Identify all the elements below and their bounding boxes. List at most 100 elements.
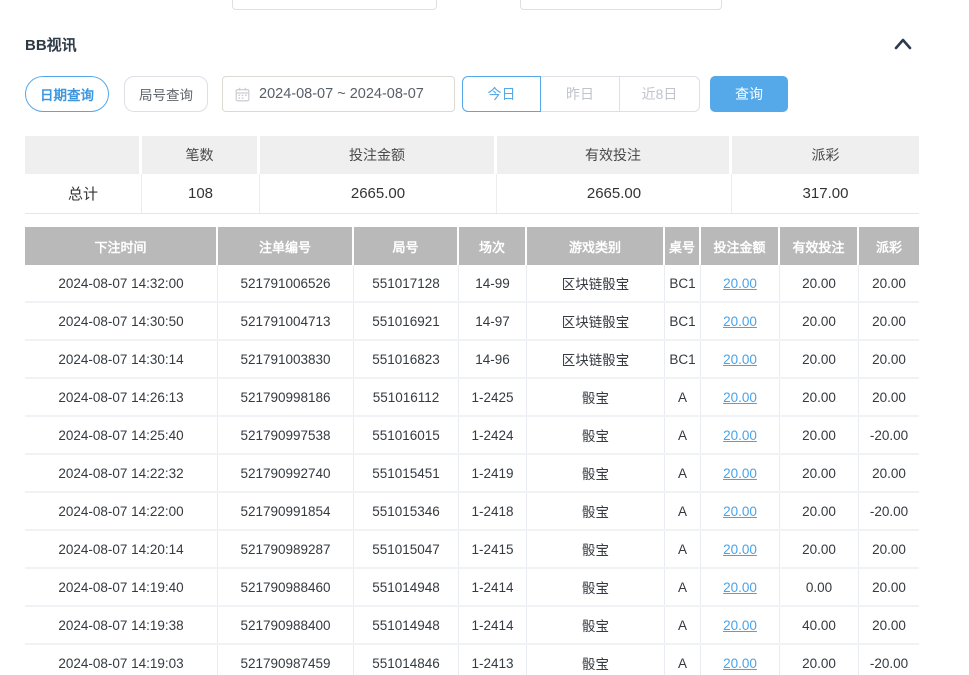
bet-amount-link[interactable]: 20.00 — [723, 618, 757, 633]
table-cell: BC1 — [665, 341, 701, 377]
table-row: 2024-08-07 14:32:00521791006526551017128… — [25, 265, 919, 303]
top-input-partial-2[interactable] — [520, 0, 722, 10]
table-cell: 521791006526 — [218, 265, 354, 301]
table-row: 2024-08-07 14:22:00521790991854551015346… — [25, 493, 919, 531]
quick-today-button[interactable]: 今日 — [462, 76, 541, 112]
table-row: 2024-08-07 14:22:32521790992740551015451… — [25, 455, 919, 493]
table-cell: 1-2415 — [459, 531, 527, 567]
quick-yesterday-button[interactable]: 昨日 — [540, 76, 620, 112]
table-header-cell: 游戏类别 — [527, 227, 665, 265]
bet-amount-link[interactable]: 20.00 — [723, 428, 757, 443]
bet-amount-link[interactable]: 20.00 — [723, 580, 757, 595]
table-cell: 20.00 — [701, 303, 780, 339]
table-row: 2024-08-07 14:19:38521790988400551014948… — [25, 607, 919, 645]
table-cell: 1-2413 — [459, 645, 527, 675]
table-cell: A — [665, 379, 701, 415]
quick-last8days-button[interactable]: 近8日 — [619, 76, 700, 112]
table-cell: 2024-08-07 14:19:38 — [25, 607, 218, 643]
bet-amount-link[interactable]: 20.00 — [723, 504, 757, 519]
table-cell: 骰宝 — [527, 379, 665, 415]
table-cell: 区块链骰宝 — [527, 303, 665, 339]
table-cell: 551016112 — [354, 379, 459, 415]
table-cell: 2024-08-07 14:26:13 — [25, 379, 218, 415]
summary-total-row: 总计1082665.002665.00317.00 — [25, 174, 919, 214]
summary-total-cell: 108 — [142, 174, 260, 213]
table-cell: 521790998186 — [218, 379, 354, 415]
bet-records-table: 下注时间注单编号局号场次游戏类别桌号投注金额有效投注派彩 2024-08-07 … — [25, 227, 919, 675]
table-cell: 骰宝 — [527, 531, 665, 567]
table-cell: 20.00 — [859, 531, 919, 567]
table-header-cell: 派彩 — [859, 227, 919, 265]
table-cell: 521790988400 — [218, 607, 354, 643]
bet-amount-link[interactable]: 20.00 — [723, 352, 757, 367]
bet-amount-link[interactable]: 20.00 — [723, 466, 757, 481]
table-cell: 551015451 — [354, 455, 459, 491]
table-cell: 20.00 — [780, 379, 859, 415]
collapse-button[interactable] — [890, 33, 916, 55]
table-cell: 20.00 — [780, 531, 859, 567]
table-row: 2024-08-07 14:30:14521791003830551016823… — [25, 341, 919, 379]
table-cell: 521790988460 — [218, 569, 354, 605]
summary-header-cell: 笔数 — [142, 136, 260, 174]
search-button[interactable]: 查询 — [710, 76, 788, 112]
date-query-tab[interactable]: 日期查询 — [25, 76, 109, 112]
table-cell: 521790997538 — [218, 417, 354, 453]
table-cell: 20.00 — [701, 645, 780, 675]
date-range-value: 2024-08-07 ~ 2024-08-07 — [259, 86, 424, 102]
bet-amount-link[interactable]: 20.00 — [723, 390, 757, 405]
table-cell: 2024-08-07 14:22:32 — [25, 455, 218, 491]
summary-total-cell: 317.00 — [732, 174, 919, 213]
chevron-up-icon — [893, 37, 913, 51]
table-cell: A — [665, 607, 701, 643]
top-input-partial-1[interactable] — [232, 0, 437, 10]
table-cell: 2024-08-07 14:19:40 — [25, 569, 218, 605]
table-cell: 551017128 — [354, 265, 459, 301]
summary-header-cell: 派彩 — [732, 136, 919, 174]
table-body: 2024-08-07 14:32:00521791006526551017128… — [25, 265, 919, 675]
table-cell: 14-96 — [459, 341, 527, 377]
table-cell: 区块链骰宝 — [527, 341, 665, 377]
bet-amount-link[interactable]: 20.00 — [723, 276, 757, 291]
date-range-picker[interactable]: 2024-08-07 ~ 2024-08-07 — [222, 76, 455, 112]
table-row: 2024-08-07 14:26:13521790998186551016112… — [25, 379, 919, 417]
panel-title: BB视讯 — [25, 34, 77, 55]
table-cell: 2024-08-07 14:30:14 — [25, 341, 218, 377]
table-cell: 20.00 — [859, 303, 919, 339]
table-cell: 2024-08-07 14:30:50 — [25, 303, 218, 339]
table-cell: 2024-08-07 14:22:00 — [25, 493, 218, 529]
table-cell: BC1 — [665, 303, 701, 339]
table-cell: 551015047 — [354, 531, 459, 567]
table-cell: 1-2414 — [459, 569, 527, 605]
round-query-tab[interactable]: 局号查询 — [124, 76, 208, 112]
bet-amount-link[interactable]: 20.00 — [723, 314, 757, 329]
table-cell: 14-99 — [459, 265, 527, 301]
table-cell: 20.00 — [701, 607, 780, 643]
table-cell: 0.00 — [780, 569, 859, 605]
table-row: 2024-08-07 14:20:14521790989287551015047… — [25, 531, 919, 569]
bet-records-panel: BB视讯 日期查询 局号查询 — [0, 0, 969, 675]
table-cell: 20.00 — [780, 493, 859, 529]
bet-amount-link[interactable]: 20.00 — [723, 656, 757, 671]
table-cell: 1-2425 — [459, 379, 527, 415]
summary-header-cell — [25, 136, 142, 174]
table-row: 2024-08-07 14:25:40521790997538551016015… — [25, 417, 919, 455]
table-cell: 20.00 — [859, 455, 919, 491]
calendar-icon — [235, 87, 250, 102]
table-cell: 20.00 — [701, 455, 780, 491]
table-header-cell: 投注金额 — [701, 227, 780, 265]
table-cell: 551016015 — [354, 417, 459, 453]
table-cell: 20.00 — [701, 379, 780, 415]
summary-header-row: 笔数投注金额有效投注派彩 — [25, 136, 919, 174]
summary-table: 笔数投注金额有效投注派彩 总计1082665.002665.00317.00 — [25, 136, 919, 214]
table-cell: 骰宝 — [527, 645, 665, 675]
table-cell: 2024-08-07 14:19:03 — [25, 645, 218, 675]
table-cell: 551016921 — [354, 303, 459, 339]
table-header-cell: 注单编号 — [218, 227, 354, 265]
table-cell: 骰宝 — [527, 417, 665, 453]
table-cell: 20.00 — [701, 265, 780, 301]
table-cell: 20.00 — [859, 265, 919, 301]
bet-amount-link[interactable]: 20.00 — [723, 542, 757, 557]
table-cell: 40.00 — [780, 607, 859, 643]
summary-total-cell: 2665.00 — [497, 174, 732, 213]
table-cell: 区块链骰宝 — [527, 265, 665, 301]
